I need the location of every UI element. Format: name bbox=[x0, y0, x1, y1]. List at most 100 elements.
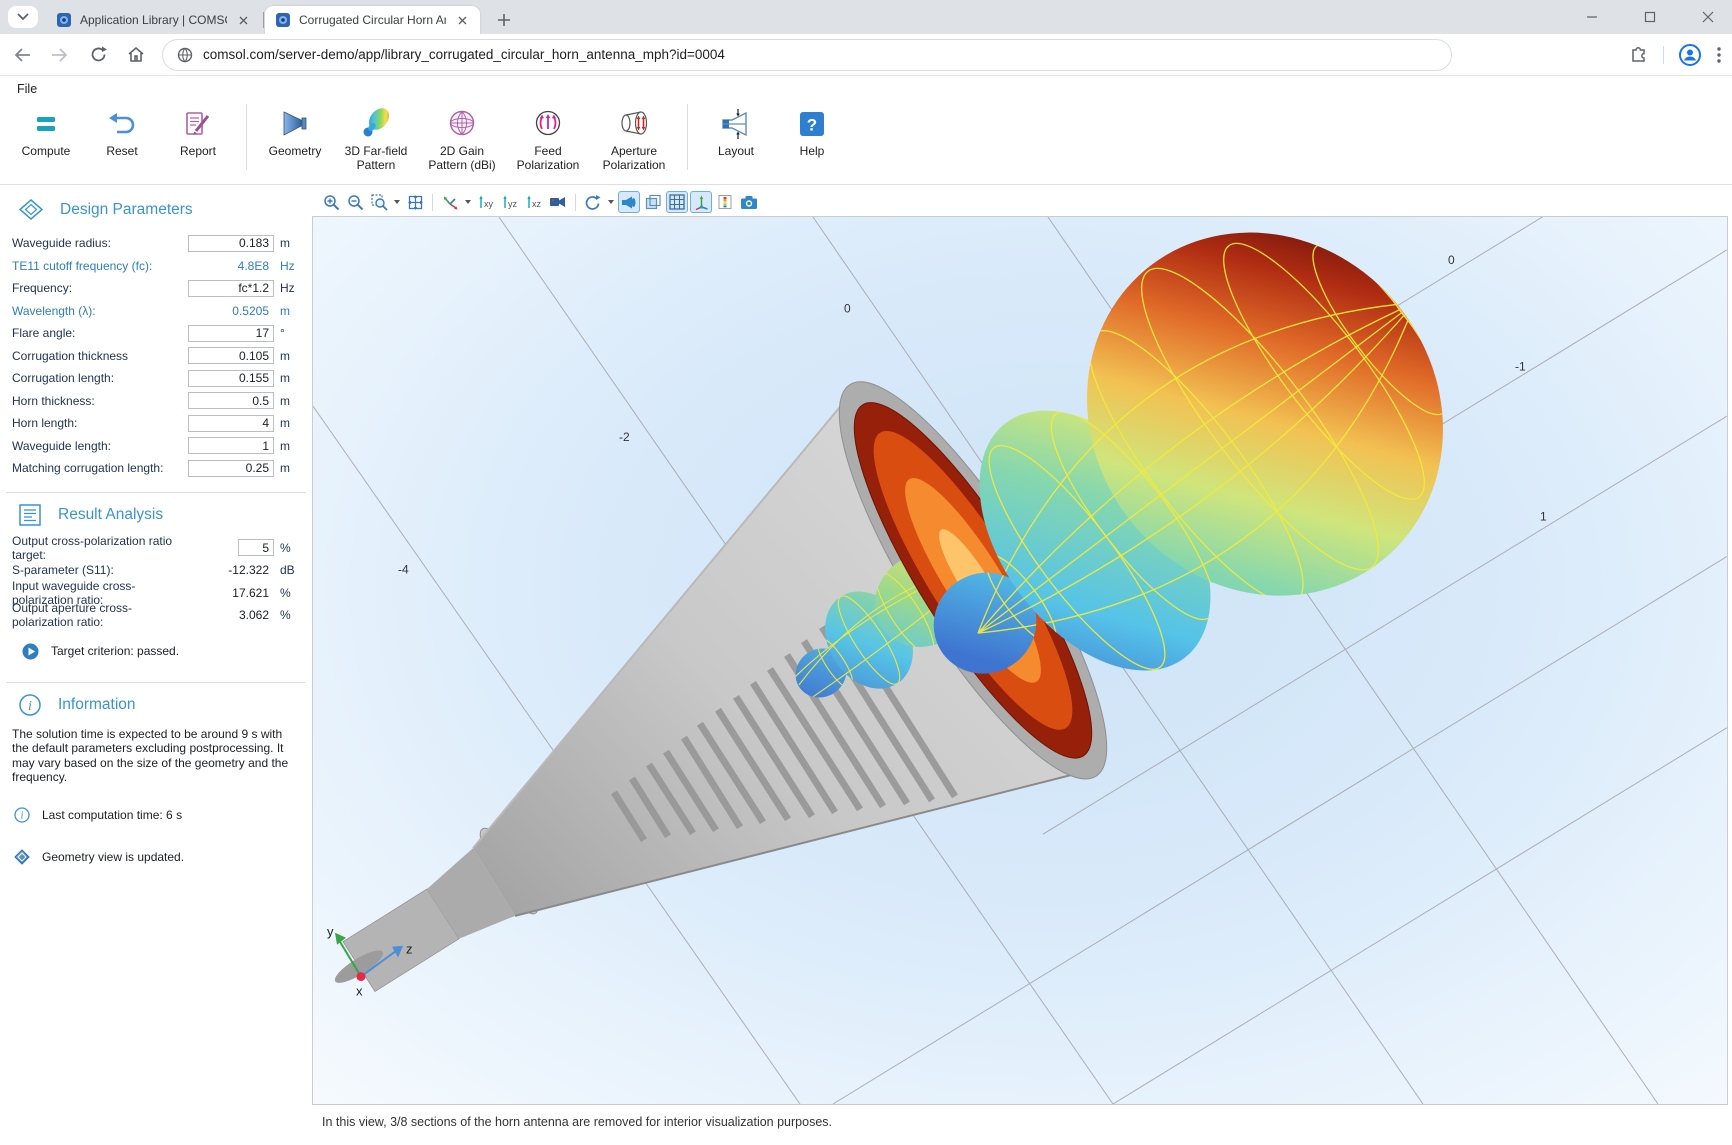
waveguide-radius-input[interactable] bbox=[188, 235, 274, 252]
svg-text:xy: xy bbox=[484, 199, 494, 209]
geometry-updated-row: Geometry view is updated. bbox=[14, 849, 312, 865]
chevron-down-icon bbox=[17, 13, 29, 21]
camera-icon bbox=[740, 195, 758, 210]
url-text: comsol.com/server-demo/app/library_corru… bbox=[203, 47, 725, 62]
view-xz-button[interactable]: xz bbox=[523, 191, 545, 213]
zoom-extents-button[interactable] bbox=[404, 191, 426, 213]
te11-cutoff-value: 4.8E8 bbox=[188, 259, 274, 273]
param-unit: m bbox=[280, 461, 302, 475]
compute-button[interactable]: Compute bbox=[8, 100, 84, 158]
file-menu[interactable]: File bbox=[13, 80, 41, 98]
view-yz-button[interactable]: yz bbox=[499, 191, 521, 213]
tab-application-library[interactable]: Application Library | COMSOL S bbox=[46, 6, 261, 34]
scene-camera-icon bbox=[549, 194, 567, 210]
frequency-input[interactable] bbox=[188, 280, 274, 297]
reset-icon bbox=[105, 109, 139, 139]
divider bbox=[6, 682, 306, 683]
zoom-box-dropdown[interactable] bbox=[392, 191, 402, 213]
reload-button[interactable] bbox=[82, 39, 114, 71]
geometry-button[interactable]: Geometry bbox=[257, 100, 333, 158]
tab-search-button[interactable] bbox=[8, 6, 38, 28]
comsol-favicon bbox=[275, 12, 291, 28]
close-button[interactable] bbox=[1694, 3, 1722, 31]
report-button[interactable]: Report bbox=[160, 100, 236, 158]
zoom-out-button[interactable] bbox=[344, 191, 366, 213]
view-xy-button[interactable]: xy bbox=[475, 191, 497, 213]
information-header: i Information bbox=[18, 693, 312, 717]
last-computation-row: i Last computation time: 6 s bbox=[14, 807, 312, 823]
reset-button[interactable]: Reset bbox=[84, 100, 160, 158]
zoom-in-icon bbox=[323, 194, 340, 211]
feed-polarization-button[interactable]: Feed Polarization bbox=[505, 100, 591, 173]
waveguide-length-input[interactable] bbox=[188, 437, 274, 454]
param-unit: Hz bbox=[280, 259, 302, 273]
zoom-in-button[interactable] bbox=[320, 191, 342, 213]
maximize-button[interactable] bbox=[1636, 3, 1664, 31]
rotate-button[interactable] bbox=[582, 191, 604, 213]
show-plot-toggle[interactable] bbox=[690, 191, 712, 213]
view-yz-icon: yz bbox=[501, 194, 520, 211]
design-parameters-header: Design Parameters bbox=[18, 198, 312, 222]
horn-length-input[interactable] bbox=[188, 415, 274, 432]
scene-camera-button[interactable] bbox=[547, 191, 569, 213]
triad-z-label: z bbox=[406, 942, 412, 957]
param-label: Wavelength (λ): bbox=[12, 304, 188, 318]
report-icon bbox=[181, 109, 215, 139]
layout-button[interactable]: Layout bbox=[698, 100, 774, 158]
cross-polarization-target-input[interactable] bbox=[238, 539, 274, 556]
go-to-view-dropdown[interactable] bbox=[463, 191, 473, 213]
tab-close-icon[interactable] bbox=[454, 12, 470, 28]
new-tab-button[interactable] bbox=[492, 8, 516, 32]
snapshot-button[interactable] bbox=[738, 191, 760, 213]
corrugation-thickness-input[interactable] bbox=[188, 347, 274, 364]
grid-toggle[interactable] bbox=[666, 191, 688, 213]
geometry-updated-text: Geometry view is updated. bbox=[42, 850, 184, 864]
rotate-icon bbox=[585, 194, 602, 211]
geometry-updated-icon bbox=[14, 849, 30, 865]
minimize-button[interactable] bbox=[1578, 3, 1606, 31]
tab-close-icon[interactable] bbox=[235, 12, 251, 28]
svg-text:?: ? bbox=[807, 116, 817, 135]
extensions-icon[interactable] bbox=[1629, 45, 1649, 65]
corrugation-length-input[interactable] bbox=[188, 370, 274, 387]
tab-horn-antenna[interactable]: Corrugated Circular Horn Anten bbox=[265, 6, 480, 34]
far-field-pattern-button[interactable]: 3D Far-field Pattern bbox=[333, 100, 419, 173]
flare-angle-input[interactable] bbox=[188, 325, 274, 342]
divider bbox=[6, 492, 306, 493]
param-label: TE11 cutoff frequency (fc): bbox=[12, 259, 188, 273]
profile-avatar-icon[interactable] bbox=[1678, 43, 1702, 67]
gain-pattern-button[interactable]: 2D Gain Pattern (dBi) bbox=[419, 100, 505, 173]
tab-title: Application Library | COMSOL S bbox=[80, 13, 227, 27]
view-xz-icon: xz bbox=[525, 194, 544, 211]
result-unit: % bbox=[280, 541, 302, 555]
last-computation-time: Last computation time: 6 s bbox=[42, 808, 182, 822]
show-geometry-toggle[interactable] bbox=[618, 191, 640, 213]
help-button[interactable]: ? Help bbox=[774, 100, 850, 158]
menu-dots-icon[interactable] bbox=[1716, 45, 1722, 65]
color-legend-toggle[interactable] bbox=[714, 191, 736, 213]
rotate-dropdown[interactable] bbox=[606, 191, 616, 213]
param-row: Frequency:Hz bbox=[0, 277, 312, 300]
matching-corrugation-length-input[interactable] bbox=[188, 460, 274, 477]
transparency-toggle[interactable] bbox=[642, 191, 664, 213]
chevron-down-icon bbox=[394, 200, 400, 204]
plot-arrows-icon bbox=[693, 194, 710, 211]
zoom-extents-icon bbox=[407, 194, 424, 211]
url-bar[interactable]: comsol.com/server-demo/app/library_corru… bbox=[162, 39, 1452, 71]
axis-label: -1 bbox=[1515, 359, 1526, 373]
home-button[interactable] bbox=[120, 39, 152, 71]
zoom-out-icon bbox=[347, 194, 364, 211]
info-circle-icon: i bbox=[14, 807, 30, 823]
information-icon: i bbox=[18, 693, 42, 717]
browser-window: Application Library | COMSOL S Corrugate… bbox=[0, 0, 1732, 1145]
horn-thickness-input[interactable] bbox=[188, 392, 274, 409]
go-to-default-view-button[interactable] bbox=[439, 191, 461, 213]
design-parameters-icon bbox=[18, 198, 44, 222]
forward-button[interactable] bbox=[44, 39, 76, 71]
param-unit: m bbox=[280, 349, 302, 363]
param-label: Waveguide radius: bbox=[12, 236, 188, 250]
3d-viewport[interactable]: 0 -2 -4 0 -1 1 bbox=[312, 216, 1728, 1105]
zoom-box-button[interactable] bbox=[368, 191, 390, 213]
back-button[interactable] bbox=[6, 39, 38, 71]
aperture-polarization-button[interactable]: Aperture Polarization bbox=[591, 100, 677, 173]
